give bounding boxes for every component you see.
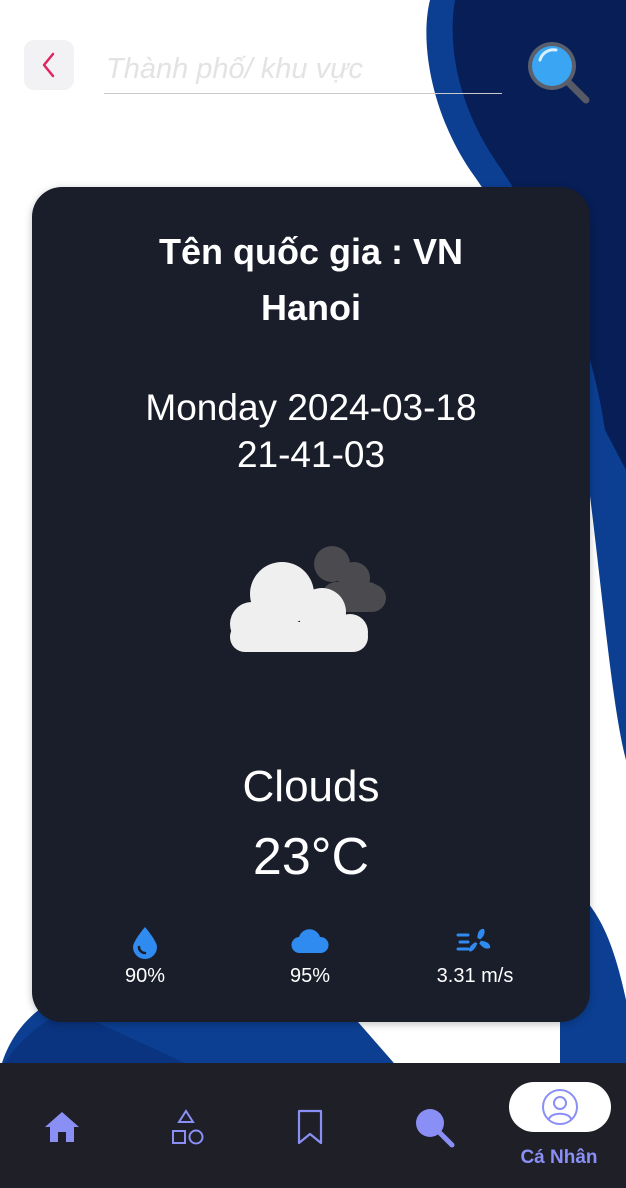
- wind-value: 3.31 m/s: [436, 965, 514, 987]
- magnifier-icon: [528, 42, 590, 104]
- city-name: Hanoi: [260, 287, 361, 328]
- wind-fan-icon: [456, 928, 491, 952]
- date-text: Monday 2024-03-18: [145, 387, 477, 428]
- bottom-nav: Cá Nhân: [0, 1063, 626, 1188]
- weather-card: Tên quốc gia : VN Hanoi Monday 2024-03-1…: [32, 187, 590, 1022]
- humidity-stat: 90%: [75, 925, 215, 988]
- country-label: Tên quốc gia : VN: [158, 231, 463, 272]
- cloudiness-stat: 95%: [240, 925, 380, 988]
- water-drop-icon: [133, 927, 157, 959]
- wind-stat: 3.31 m/s: [405, 925, 545, 988]
- nav-home[interactable]: [38, 1103, 86, 1151]
- bookmark-icon: [297, 1109, 323, 1145]
- nav-search[interactable]: [410, 1103, 458, 1151]
- search-submit-button[interactable]: [522, 36, 594, 108]
- cloudiness-value: 95%: [289, 965, 331, 987]
- user-icon: [542, 1089, 578, 1125]
- back-button[interactable]: [24, 40, 74, 90]
- weather-description: Clouds: [242, 762, 380, 811]
- temperature-value: 23°C: [252, 828, 370, 886]
- humidity-value: 90%: [124, 965, 166, 987]
- cloud-icon: [230, 546, 386, 652]
- cloud-small-icon: [291, 929, 329, 954]
- city-search-input[interactable]: [104, 50, 502, 94]
- nav-profile[interactable]: [509, 1082, 611, 1132]
- shapes-icon: [172, 1109, 204, 1145]
- nav-profile-label: Cá Nhân: [520, 1147, 598, 1168]
- nav-bookmarks[interactable]: [286, 1103, 334, 1151]
- search-icon: [416, 1109, 455, 1148]
- chevron-left-icon: [42, 52, 55, 78]
- home-icon: [45, 1112, 79, 1142]
- nav-categories[interactable]: [162, 1103, 210, 1151]
- time-text: 21-41-03: [236, 434, 386, 475]
